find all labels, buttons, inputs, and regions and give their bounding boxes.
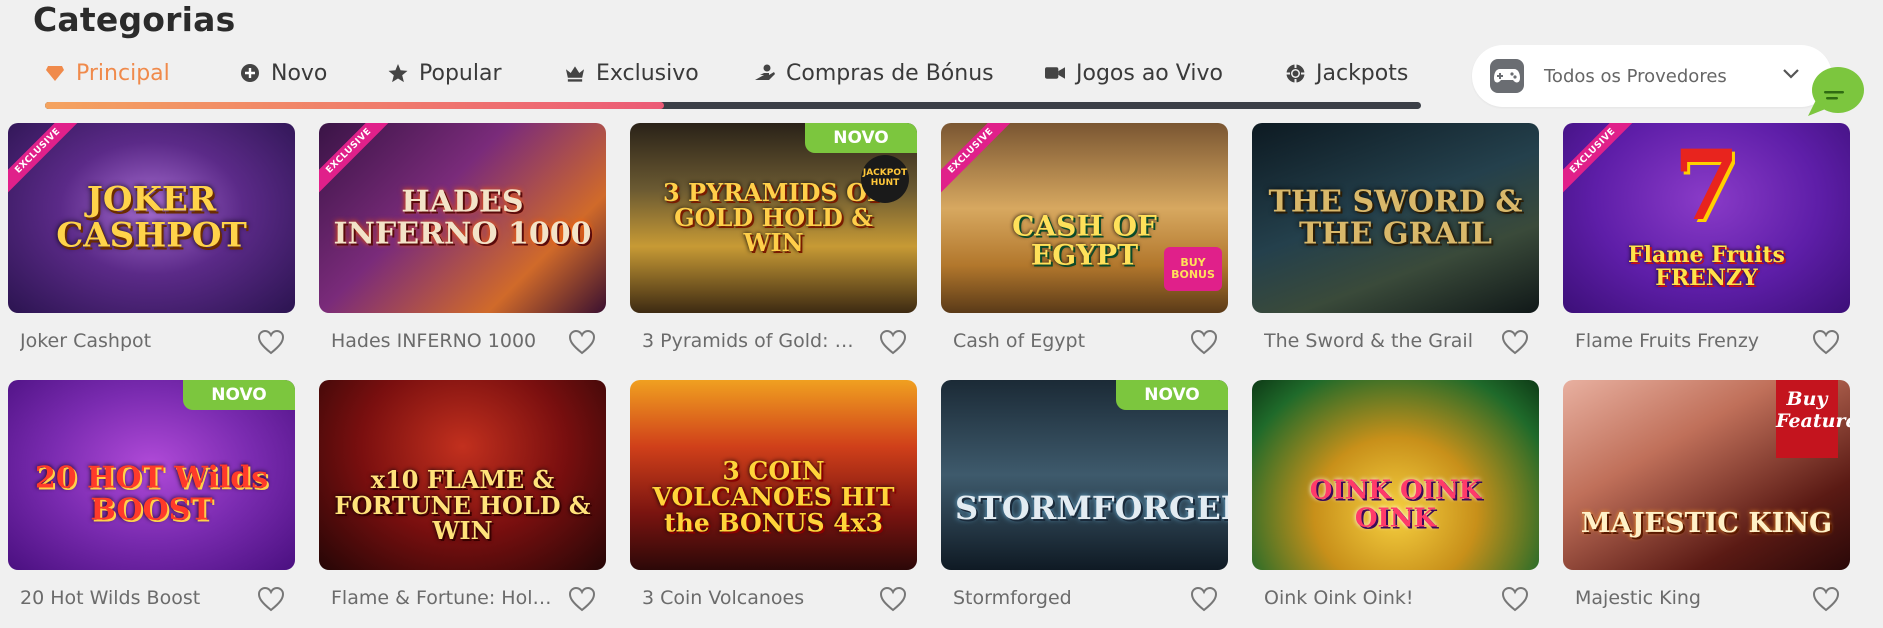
game-title: 3 Coin Volcanoes	[642, 587, 805, 609]
game-title: 3 Pyramids of Gold: Hold & Win	[642, 330, 867, 352]
chat-bubble-icon	[1808, 67, 1864, 116]
tab-jogos-ao-vivo[interactable]: Jogos ao Vivo	[1045, 52, 1223, 94]
novo-badge: NOVO	[1116, 380, 1228, 410]
gamepad-icon	[1490, 59, 1524, 93]
novo-badge: NOVO	[183, 380, 295, 410]
novo-badge: NOVO	[805, 123, 917, 153]
game-art-title: 3 COIN VOLCANOES HIT the BONUS 4x3	[652, 456, 895, 538]
game-art-title: 20 HOT Wilds BOOST	[34, 460, 269, 527]
tabs-scrollbar[interactable]	[45, 102, 1421, 109]
tab-label: Jackpots	[1316, 60, 1409, 86]
game-thumbnail[interactable]: 3 PYRAMIDS OF GOLD HOLD & WIN JACKPOT HU…	[630, 123, 917, 313]
game-title: 20 Hot Wilds Boost	[20, 587, 201, 609]
favorite-heart-icon[interactable]	[1812, 586, 1840, 612]
game-title: Majestic King	[1575, 587, 1701, 609]
provider-select-value: Todos os Provedores	[1544, 65, 1727, 87]
game-art-title: OINK OINK OINK	[1309, 476, 1482, 534]
tab-jackpots[interactable]: Jackpots	[1285, 52, 1408, 94]
tab-label: Exclusivo	[596, 60, 699, 86]
game-thumbnail[interactable]: HADES INFERNO 1000 EXCLUSIVE	[319, 123, 606, 313]
chip-icon	[1285, 63, 1305, 83]
favorite-heart-icon[interactable]	[568, 586, 596, 612]
tab-label: Principal	[76, 60, 170, 86]
gem-icon	[45, 63, 65, 83]
game-thumbnail[interactable]: THE SWORD & THE GRAIL	[1252, 123, 1539, 313]
game-thumbnail[interactable]: JOKER CASHPOT EXCLUSIVE	[8, 123, 295, 313]
plus-circle-icon	[240, 63, 260, 83]
game-thumbnail[interactable]: 3 COIN VOLCANOES HIT the BONUS 4x3	[630, 380, 917, 570]
jackpot-hunt-badge: JACKPOT HUNT	[861, 155, 909, 203]
favorite-heart-icon[interactable]	[257, 329, 285, 355]
favorite-heart-icon[interactable]	[1501, 329, 1529, 355]
tab-label: Jogos ao Vivo	[1076, 60, 1223, 86]
favorite-heart-icon[interactable]	[879, 329, 907, 355]
game-title: Cash of Egypt	[953, 330, 1086, 352]
star-icon	[388, 63, 408, 83]
hand-coins-icon	[755, 63, 775, 83]
buy-bonus-badge: BUY BONUS	[1164, 247, 1222, 291]
game-thumbnail[interactable]: x10 FLAME & FORTUNE HOLD & WIN	[319, 380, 606, 570]
video-camera-icon	[1045, 63, 1065, 83]
favorite-heart-icon[interactable]	[568, 329, 596, 355]
game-title: Flame & Fortune: Hold & Win	[331, 587, 556, 609]
game-thumbnail[interactable]: OINK OINK OINK	[1252, 380, 1539, 570]
game-thumbnail[interactable]: 7 Flame Fruits FRENZY EXCLUSIVE	[1563, 123, 1850, 313]
game-art-title: HADES INFERNO 1000	[333, 184, 592, 251]
game-title: Oink Oink Oink!	[1264, 587, 1414, 609]
crown-icon	[565, 63, 585, 83]
game-art-title: JOKER CASHPOT	[56, 179, 247, 255]
favorite-heart-icon[interactable]	[879, 586, 907, 612]
game-thumbnail[interactable]: 20 HOT Wilds BOOST NOVO	[8, 380, 295, 570]
game-art-title: THE SWORD & THE GRAIL	[1268, 184, 1523, 251]
game-title: The Sword & the Grail	[1264, 330, 1473, 352]
game-art-title: Flame Fruits FRENZY	[1628, 242, 1785, 292]
game-title: Hades INFERNO 1000	[331, 330, 537, 352]
chevron-down-icon	[1782, 65, 1800, 84]
tab-label: Compras de Bónus	[786, 60, 994, 86]
exclusive-ribbon: EXCLUSIVE	[941, 123, 1020, 200]
favorite-heart-icon[interactable]	[1190, 586, 1218, 612]
tab-compras-de-bonus[interactable]: Compras de Bónus	[755, 52, 994, 94]
category-tabs: Principal Novo Popular Exclusivo Compras…	[45, 52, 1421, 110]
tab-novo[interactable]: Novo	[240, 52, 327, 94]
game-title: Stormforged	[953, 587, 1072, 609]
page-title: Categorias	[33, 0, 236, 39]
game-title: Joker Cashpot	[20, 330, 152, 352]
game-art-title: x10 FLAME & FORTUNE HOLD & WIN	[334, 465, 591, 545]
favorite-heart-icon[interactable]	[1812, 329, 1840, 355]
game-art-title: MAJESTIC KING	[1580, 508, 1833, 540]
chat-button[interactable]	[1806, 64, 1866, 122]
tab-label: Popular	[419, 60, 502, 86]
favorite-heart-icon[interactable]	[1190, 329, 1218, 355]
favorite-heart-icon[interactable]	[1501, 586, 1529, 612]
tabs-scroll-indicator	[45, 102, 665, 109]
game-thumbnail[interactable]: CASH OF EGYPT BUY BONUS EXCLUSIVE	[941, 123, 1228, 313]
game-art-title: STORMFORGED	[955, 489, 1228, 528]
tab-exclusivo[interactable]: Exclusivo	[565, 52, 699, 94]
tab-label: Novo	[271, 60, 328, 86]
game-thumbnail[interactable]: MAJESTIC KING Buy Feature	[1563, 380, 1850, 570]
buy-feature-badge: Buy Feature	[1776, 380, 1850, 458]
provider-select[interactable]: Todos os Provedores	[1472, 45, 1832, 107]
game-thumbnail[interactable]: STORMFORGED NOVO	[941, 380, 1228, 570]
tab-principal[interactable]: Principal	[45, 52, 170, 94]
favorite-heart-icon[interactable]	[257, 586, 285, 612]
game-title: Flame Fruits Frenzy	[1575, 330, 1760, 352]
tab-popular[interactable]: Popular	[388, 52, 502, 94]
